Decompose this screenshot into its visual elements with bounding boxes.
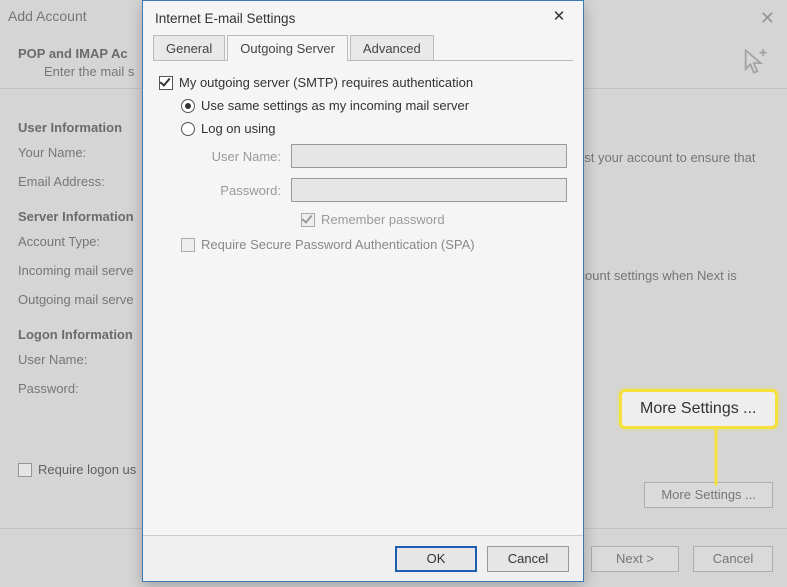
highlight-more-settings: More Settings ...	[619, 389, 778, 429]
password-field-label: Password:	[201, 183, 291, 198]
dialog-title: Internet E-mail Settings	[155, 11, 295, 26]
remember-password-checkbox[interactable]	[301, 213, 315, 227]
smtp-auth-label: My outgoing server (SMTP) requires authe…	[179, 75, 473, 90]
remember-password-row[interactable]: Remember password	[301, 212, 567, 227]
remember-password-label: Remember password	[321, 212, 445, 227]
close-icon[interactable]: ✕	[545, 7, 573, 29]
username-input[interactable]	[291, 144, 567, 168]
dialog-titlebar: Internet E-mail Settings ✕	[143, 1, 583, 35]
spa-row[interactable]: Require Secure Password Authentication (…	[181, 237, 567, 252]
tab-general[interactable]: General	[153, 35, 225, 61]
password-row: Password:	[201, 178, 567, 202]
email-settings-dialog: Internet E-mail Settings ✕ General Outgo…	[142, 0, 584, 582]
radio-logon-row[interactable]: Log on using	[181, 121, 567, 136]
radio-same-settings-row[interactable]: Use same settings as my incoming mail se…	[181, 98, 567, 113]
password-input[interactable]	[291, 178, 567, 202]
radio-logon[interactable]	[181, 122, 195, 136]
username-label: User Name:	[201, 149, 291, 164]
smtp-auth-row[interactable]: My outgoing server (SMTP) requires authe…	[159, 75, 567, 90]
tab-advanced[interactable]: Advanced	[350, 35, 434, 61]
tabs: General Outgoing Server Advanced	[143, 35, 583, 61]
logon-fields: User Name: Password: Remember password	[201, 144, 567, 227]
dialog-body: My outgoing server (SMTP) requires authe…	[143, 61, 583, 260]
username-row: User Name:	[201, 144, 567, 168]
ok-button[interactable]: OK	[395, 546, 477, 572]
auth-radio-group: Use same settings as my incoming mail se…	[181, 98, 567, 252]
dialog-cancel-button[interactable]: Cancel	[487, 546, 569, 572]
smtp-auth-checkbox[interactable]	[159, 76, 173, 90]
spa-label: Require Secure Password Authentication (…	[201, 237, 475, 252]
tab-outgoing-server[interactable]: Outgoing Server	[227, 35, 348, 61]
radio-logon-label: Log on using	[201, 121, 275, 136]
spa-checkbox[interactable]	[181, 238, 195, 252]
radio-same-settings[interactable]	[181, 99, 195, 113]
dialog-footer: OK Cancel	[143, 535, 583, 581]
radio-same-label: Use same settings as my incoming mail se…	[201, 98, 469, 113]
highlight-line-2	[715, 428, 718, 486]
